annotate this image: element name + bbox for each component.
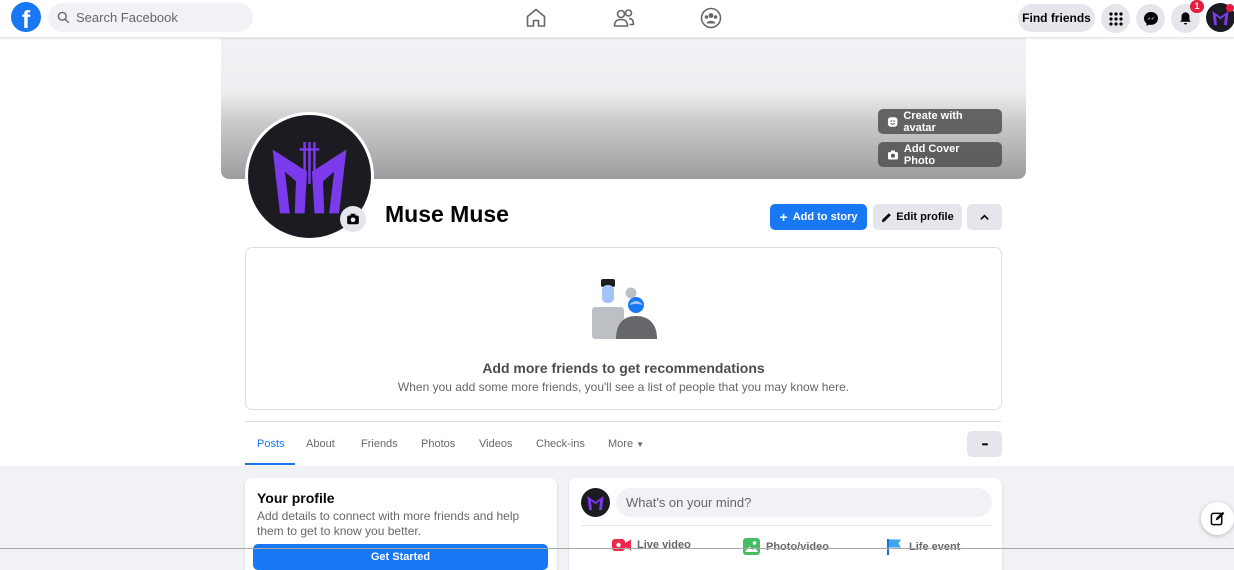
avatar-sticker-icon [887, 116, 898, 127]
tab-about[interactable]: About [306, 438, 335, 450]
top-navigation-bar: f Find friends 1 [0, 0, 1234, 38]
account-status-dot [1226, 4, 1234, 12]
profile-name: Muse Muse [385, 201, 509, 227]
post-composer-card: What's on your mind? Live video Photo/vi… [569, 478, 1002, 570]
tab-posts[interactable]: Posts [257, 438, 285, 450]
create-with-avatar-button[interactable]: Create with avatar [878, 109, 1002, 134]
find-friends-button[interactable]: Find friends [1018, 4, 1095, 32]
edit-profile-label: Edit profile [896, 211, 954, 223]
grid-menu-icon [1108, 11, 1123, 26]
live-video-button[interactable]: Live video [612, 538, 691, 552]
notification-count-badge: 1 [1190, 0, 1204, 13]
friend-recommendations-card: Add more friends to get recommendations … [245, 247, 1002, 410]
messenger-icon [1143, 11, 1158, 26]
recommendations-subtitle: When you add some more friends, you'll s… [397, 380, 850, 394]
content-area: Your profile Add details to connect with… [0, 466, 1234, 570]
tab-more-label: More [608, 438, 634, 450]
whats-on-your-mind-input[interactable]: What's on your mind? [616, 488, 992, 517]
people-illustration-icon [592, 279, 657, 339]
window-edge-line [0, 548, 1234, 549]
facebook-logo[interactable]: f [11, 2, 41, 32]
add-cover-photo-label: Add Cover Photo [903, 142, 960, 167]
your-profile-description: Add details to connect with more friends… [257, 509, 520, 538]
add-cover-photo-button[interactable]: Add Cover Photo [878, 142, 1002, 167]
plus-icon: + [779, 209, 788, 225]
tab-more[interactable]: More ▼ [608, 438, 644, 450]
ellipsis-icon: ••• [981, 439, 988, 449]
recommendations-title: Add more friends to get recommendations [482, 360, 765, 376]
friends-icon[interactable] [612, 6, 636, 30]
search-input[interactable] [76, 10, 246, 25]
live-video-label: Live video [637, 539, 691, 551]
chevron-up-icon [980, 213, 989, 220]
groups-icon[interactable] [699, 6, 723, 30]
tabs-divider [245, 421, 1002, 422]
tab-videos[interactable]: Videos [479, 438, 512, 450]
composer-avatar [581, 488, 610, 517]
collapse-button[interactable] [967, 204, 1002, 230]
tab-photos[interactable]: Photos [421, 438, 455, 450]
live-video-icon [612, 539, 631, 551]
camera-icon [347, 213, 359, 225]
bell-icon [1180, 12, 1191, 25]
your-profile-card: Your profile Add details to connect with… [245, 478, 557, 570]
camera-icon [887, 150, 898, 159]
composer-divider [581, 525, 992, 526]
search-box[interactable] [48, 3, 253, 32]
pencil-icon [882, 212, 892, 222]
add-to-story-label: Add to story [792, 211, 858, 223]
edit-profile-button[interactable]: Edit profile [873, 204, 962, 230]
home-icon[interactable] [524, 6, 548, 30]
life-event-label: Life event [909, 540, 961, 553]
tab-check-ins[interactable]: Check-ins [536, 438, 585, 450]
active-tab-indicator [245, 463, 295, 465]
new-message-button[interactable] [1201, 502, 1234, 535]
menu-button[interactable] [1101, 4, 1130, 33]
profile-options-button[interactable]: ••• [967, 431, 1002, 457]
flag-icon [887, 539, 901, 555]
photo-video-label: Photo/video [766, 540, 829, 553]
compose-icon [1210, 511, 1225, 526]
your-profile-title: Your profile [257, 490, 335, 506]
add-to-story-button[interactable]: + Add to story [770, 204, 867, 230]
muse-logo-icon [587, 496, 604, 511]
update-profile-picture-button[interactable] [340, 206, 366, 232]
messenger-button[interactable] [1136, 4, 1165, 33]
photo-video-button[interactable]: Photo/video [743, 538, 829, 555]
create-with-avatar-label: Create with avatar [903, 109, 963, 134]
search-icon [57, 11, 70, 24]
life-event-button[interactable]: Life event [886, 538, 960, 555]
photo-icon [743, 538, 760, 555]
tab-friends[interactable]: Friends [361, 438, 398, 450]
caret-down-icon: ▼ [636, 440, 645, 449]
